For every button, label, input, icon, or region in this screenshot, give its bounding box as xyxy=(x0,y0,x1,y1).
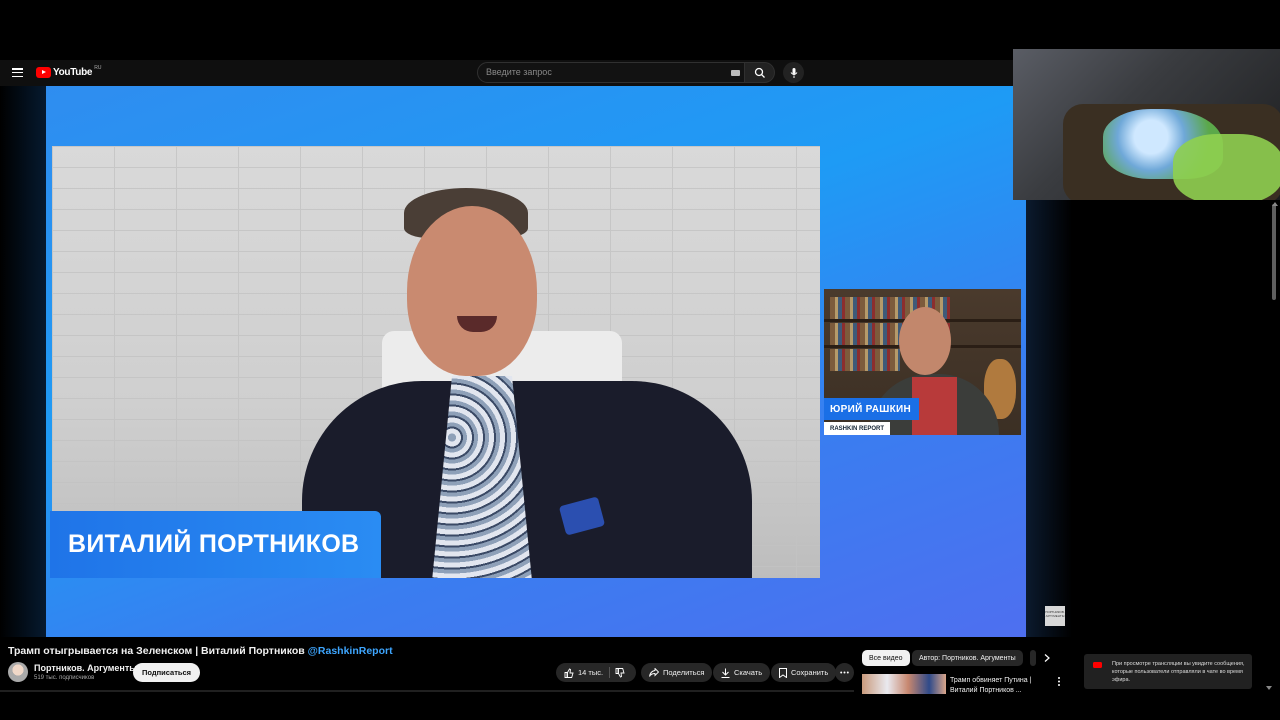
mention-link[interactable]: @RashkinReport xyxy=(308,645,393,657)
speaker-name: ВИТАЛИЙ ПОРТНИКОВ xyxy=(68,530,360,558)
download-label: Скачать xyxy=(734,668,763,677)
speaker-name-plate: ВИТАЛИЙ ПОРТНИКОВ xyxy=(50,511,381,578)
more-horizontal-icon xyxy=(840,671,849,674)
channel-avatar[interactable] xyxy=(8,662,28,682)
search-icon xyxy=(754,67,765,78)
video-title-text: Трамп отыгрывается на Зеленском | Витали… xyxy=(8,645,308,657)
chat-replay-notice: При просмотре трансляции вы увидите сооб… xyxy=(1084,654,1252,689)
video-side-right xyxy=(1026,200,1072,637)
share-icon xyxy=(649,668,659,677)
microphone-icon xyxy=(790,67,797,78)
more-actions-button[interactable] xyxy=(835,663,854,682)
page-scrollbar[interactable] xyxy=(1271,200,1277,690)
scroll-up-arrow-icon[interactable] xyxy=(1272,202,1278,206)
guest-brand: RASHKIN REPORT xyxy=(830,425,885,432)
video-title: Трамп отыгрывается на Зеленском | Витали… xyxy=(8,645,393,657)
logo-region: RU xyxy=(94,64,102,71)
youtube-icon xyxy=(1093,662,1102,668)
comments-divider xyxy=(0,690,854,692)
youtube-play-icon xyxy=(36,67,51,78)
search-box xyxy=(477,62,745,83)
scroll-down-arrow-icon[interactable] xyxy=(1266,686,1272,690)
live-chat-panel xyxy=(1072,200,1280,690)
chip-overflow[interactable] xyxy=(1030,650,1036,666)
download-button[interactable]: Скачать xyxy=(713,663,771,682)
subscribe-button[interactable]: Подписаться xyxy=(133,663,201,682)
video-side-left xyxy=(0,86,46,637)
save-button[interactable]: Сохранить xyxy=(771,663,837,682)
thumbs-up-icon[interactable] xyxy=(564,667,574,678)
chevron-right-icon[interactable] xyxy=(1044,654,1050,662)
webcam-blanket xyxy=(1173,134,1280,200)
youtube-logo[interactable]: YouTube RU xyxy=(36,64,102,78)
thumbs-down-icon[interactable] xyxy=(615,668,625,678)
guest-face xyxy=(899,307,951,375)
bookmark-icon xyxy=(779,667,787,678)
guest-name-plate: ЮРИЙ РАШКИН xyxy=(824,398,920,420)
share-label: Поделиться xyxy=(663,668,705,677)
guest-feed: ЮРИЙ РАШКИН RASHKIN REPORT xyxy=(824,289,1021,435)
webcam-overlay xyxy=(1013,49,1280,200)
chat-notice-text: При просмотре трансляции вы увидите сооб… xyxy=(1112,661,1245,683)
bookshelf-row xyxy=(830,349,900,371)
hamburger-menu-icon[interactable] xyxy=(12,68,23,77)
like-divider xyxy=(609,667,610,678)
download-icon xyxy=(721,668,730,678)
chip-all-videos[interactable]: Все видео xyxy=(862,650,910,666)
logo-text: YouTube xyxy=(53,67,93,78)
recommendation-title[interactable]: Трамп обвиняет Путина | Виталий Портнико… xyxy=(950,676,1031,696)
search-input[interactable] xyxy=(486,67,716,77)
channel-name[interactable]: Портников. Аргументы xyxy=(34,663,137,673)
chip-author[interactable]: Автор: Портников. Аргументы xyxy=(912,650,1023,666)
like-dislike-group: 14 тыс. xyxy=(556,663,636,682)
voice-search-button[interactable] xyxy=(783,62,804,83)
subscriber-count: 519 тыс. подписчиков xyxy=(34,675,95,681)
save-label: Сохранить xyxy=(791,668,829,677)
recommendation-title-line1: Трамп обвиняет Путина | xyxy=(950,677,1032,684)
search-button[interactable] xyxy=(745,62,775,83)
like-count[interactable]: 14 тыс. xyxy=(578,668,603,677)
guest-brand-plate: RASHKIN REPORT xyxy=(824,422,891,435)
guest-name: ЮРИЙ РАШКИН xyxy=(830,403,912,415)
scrollbar-thumb[interactable] xyxy=(1272,204,1276,300)
channel-watermark[interactable]: ПОРТНИКОВ. АРГУМЕНТЫ xyxy=(1045,606,1065,626)
keyboard-icon[interactable] xyxy=(731,70,740,76)
more-vertical-icon[interactable] xyxy=(1055,676,1063,687)
share-button[interactable]: Поделиться xyxy=(641,663,713,682)
video-player[interactable]: ВИТАЛИЙ ПОРТНИКОВ ЮРИЙ РАШКИН RASHKIN RE… xyxy=(46,86,1026,637)
recommendation-thumbnail[interactable] xyxy=(862,674,946,694)
speaker-face xyxy=(407,206,537,376)
recommendation-title-line2: Виталий Портников ... xyxy=(950,687,1022,694)
